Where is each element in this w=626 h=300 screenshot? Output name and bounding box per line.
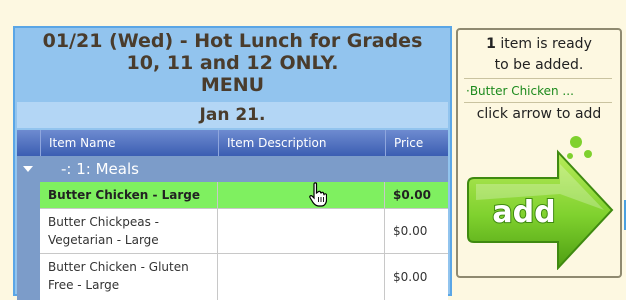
divider (464, 102, 612, 103)
item-name-cell: Butter Chicken - Large (40, 182, 218, 208)
add-instruction: click arrow to add (476, 106, 602, 122)
add-button-label: add (492, 195, 555, 230)
table-row[interactable]: Butter Chicken - Gluten Free - Large $0.… (40, 254, 448, 300)
table-header: Item Name Item Description Price (17, 130, 448, 156)
menu-table: Item Name Item Description Price -: 1: M… (17, 130, 448, 300)
column-item-name[interactable]: Item Name (40, 130, 218, 156)
price-cell: $0.00 (393, 224, 428, 238)
row-gutter (17, 182, 40, 300)
menu-title-line-3: MENU (200, 74, 265, 96)
menu-title-line-1: 01/21 (Wed) - Hot Lunch for Grades (42, 30, 423, 52)
pending-item: ·Butter Chicken ... (466, 84, 574, 98)
price-cell: $0.00 (393, 270, 428, 284)
add-arrow-icon[interactable]: add (466, 134, 618, 270)
item-description-cell (218, 209, 385, 253)
item-name-cell: Butter Chicken - Gluten Free - Large (40, 254, 218, 300)
column-price[interactable]: Price (385, 130, 448, 156)
menu-date: Jan 21. (17, 102, 448, 128)
cart-panel: 1 item is ready to be added. ·Butter Chi… (456, 28, 622, 278)
menu-panel: 01/21 (Wed) - Hot Lunch for Grades 10, 1… (13, 26, 452, 300)
hand-pointer-cursor-icon (309, 182, 327, 207)
column-item-description[interactable]: Item Description (218, 130, 385, 156)
group-label: -: 1: Meals (61, 160, 139, 178)
ready-text: item is ready (495, 36, 592, 52)
item-description-cell (218, 182, 385, 208)
ready-text-2: to be added. (494, 57, 584, 73)
ready-message: 1 item is ready to be added. (458, 34, 620, 76)
item-description-cell (218, 254, 385, 300)
table-row[interactable]: Butter Chicken - Large $0.00 (40, 182, 448, 209)
page-margin (0, 0, 13, 290)
menu-title: 01/21 (Wed) - Hot Lunch for Grades 10, 1… (17, 30, 448, 100)
menu-title-line-2: 10, 11 and 12 ONLY. (126, 52, 339, 74)
divider (464, 78, 612, 79)
header-gutter (17, 130, 40, 156)
group-row-meals[interactable]: -: 1: Meals (17, 156, 448, 182)
item-name-cell: Butter Chickpeas - Vegetarian - Large (40, 209, 218, 253)
collapse-caret-icon[interactable] (23, 166, 33, 172)
table-row[interactable]: Butter Chickpeas - Vegetarian - Large $0… (40, 209, 448, 254)
item-count: 1 (486, 36, 496, 52)
price-cell: $0.00 (393, 188, 431, 202)
